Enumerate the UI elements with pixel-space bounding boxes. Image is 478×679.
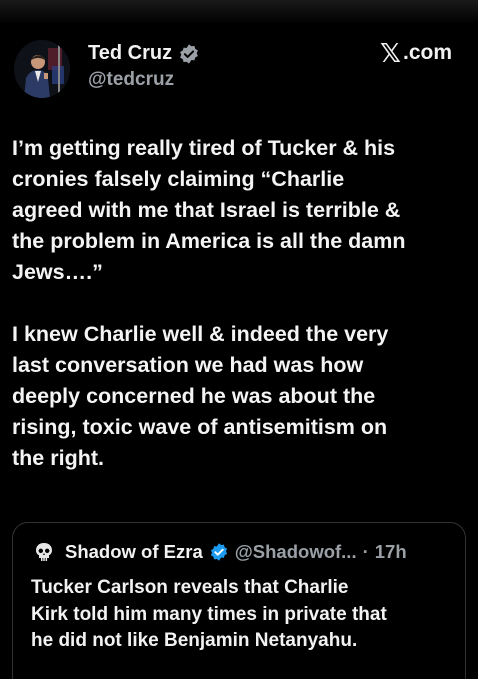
author-name[interactable]: Ted Cruz xyxy=(88,42,172,65)
x-logo-icon: 𝕏 xyxy=(380,38,401,68)
quoted-post-card[interactable]: Shadow of Ezra @Shadowof... · 17h Tucker… xyxy=(12,522,466,679)
tweet-paragraph-1: I’m getting really tired of Tucker & his… xyxy=(12,136,406,284)
verified-badge-icon xyxy=(178,43,200,65)
quoted-post-text: Tucker Carlson reveals that Charlie Kirk… xyxy=(31,577,387,651)
quoted-post-time[interactable]: 17h xyxy=(375,541,407,563)
post-header: Ted Cruz @tedcruz 𝕏 .com xyxy=(14,40,464,104)
quoted-author-name[interactable]: Shadow of Ezra xyxy=(65,541,203,563)
tweet-body: I’m getting really tired of Tucker & his… xyxy=(12,133,467,474)
author-handle[interactable]: @tedcruz xyxy=(88,69,174,91)
skull-icon[interactable] xyxy=(33,541,55,563)
source-label: 𝕏 .com xyxy=(380,40,452,66)
author-name-row: Ted Cruz xyxy=(88,42,200,65)
tweet-paragraph-2: I knew Charlie well & indeed the very la… xyxy=(12,322,389,470)
source-domain: .com xyxy=(402,41,452,64)
quoted-author-handle[interactable]: @Shadowof... xyxy=(235,541,357,563)
quoted-post-separator: · xyxy=(362,541,369,562)
author-avatar[interactable] xyxy=(14,40,70,98)
verified-badge-icon xyxy=(209,542,229,562)
top-shadow xyxy=(0,0,478,24)
quoted-post-header: Shadow of Ezra @Shadowof... · 17h xyxy=(33,541,407,563)
